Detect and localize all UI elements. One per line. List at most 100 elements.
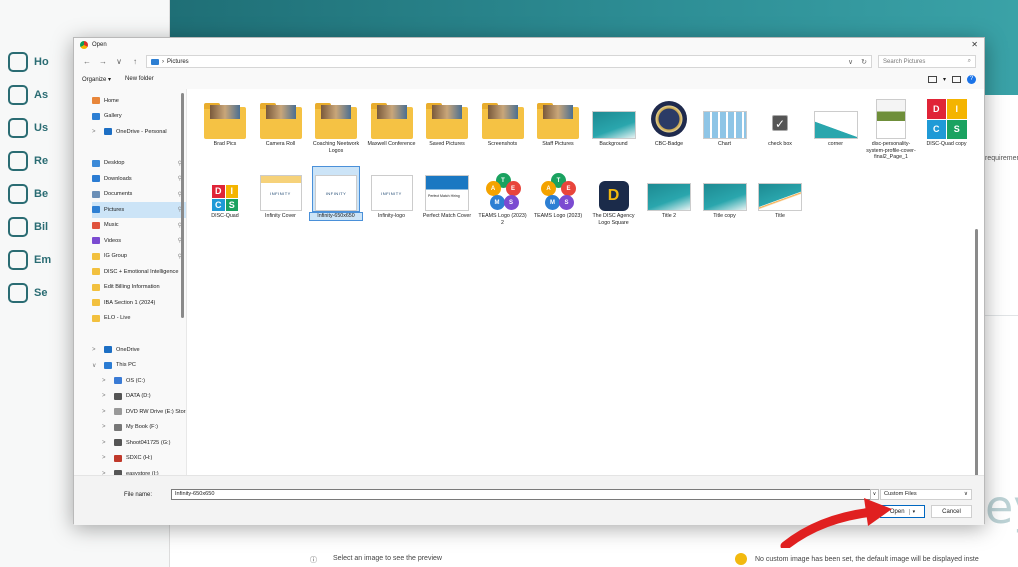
pc-icon [104,361,112,369]
address-dropdown-icon[interactable]: ∨ [848,58,853,66]
sidebar-item-dvd-rw-drive-e-storagelab[interactable]: > DVD RW Drive (E:) StorageLab [92,404,186,420]
sidebar-item-downloads[interactable]: Downloads ⚲ [92,171,186,187]
breadcrumb-pictures[interactable]: Pictures [167,59,189,65]
sidebar-item-documents[interactable]: Documents ⚲ [92,187,186,203]
app-nav-item[interactable]: Re [8,144,68,177]
folder-item[interactable]: Screenshots [477,95,529,167]
back-button[interactable]: ← [82,57,92,66]
expand-chevron-icon[interactable]: > [102,393,110,399]
file-item[interactable]: INFINITY Infinity Cover [255,167,307,239]
expand-chevron-icon[interactable]: > [92,129,100,135]
close-button[interactable]: ✕ [971,40,978,49]
file-item[interactable]: Chart [699,95,751,167]
file-item[interactable]: ✓ check box [754,95,806,167]
app-nav-item[interactable]: Be [8,177,68,210]
sidebar-item-sdxc-h[interactable]: > SDXC (H:) [92,451,186,467]
file-label: Title 2 [661,213,677,219]
expand-chevron-icon[interactable]: > [92,347,100,353]
help-icon[interactable]: ? [967,74,976,84]
sidebar-item-my-book-f[interactable]: > My Book (F:) [92,420,186,436]
up-button[interactable]: ↑ [130,57,140,66]
file-item[interactable]: Title [754,167,806,239]
app-nav-item[interactable]: Se [8,276,68,309]
file-item[interactable]: INFINITY Infinity-logo [366,167,418,239]
file-item[interactable]: Title 2 [643,167,695,239]
sidebar-item-pictures[interactable]: Pictures ⚲ [92,202,186,218]
thumbnail [702,167,748,211]
app-nav-item[interactable]: Ho [8,45,68,78]
file-item[interactable]: D I C S DISC-Quad [199,167,251,239]
sidebar-item-home[interactable]: Home [92,93,186,109]
cancel-button[interactable]: Cancel [931,505,972,518]
file-item[interactable]: corner [810,95,862,167]
folder-item[interactable]: Brad Pics [199,95,251,167]
app-nav-item[interactable]: Us [8,111,68,144]
sidebar-item-this-pc[interactable]: ∨ This PC [92,358,186,374]
thumbnail-image [426,103,468,139]
sidebar-item-os-c[interactable]: > OS (C:) [92,373,186,389]
sidebar-item-desktop[interactable]: Desktop ⚲ [92,156,186,172]
new-folder-button[interactable]: New folder [125,76,154,82]
file-item[interactable]: INFINITY Infinity-650x650 [309,166,363,239]
chevron-down-icon: ∨ [963,491,968,497]
file-item[interactable]: disc-personality-system-profile-cover-fi… [865,95,917,167]
file-item[interactable]: Background [588,95,640,167]
organize-button[interactable]: Organize ▾ [82,76,111,83]
file-item[interactable]: Perfect Match Hiring Perfect Match Cover [421,167,473,239]
folder-item[interactable]: Maxwell Conference [366,95,418,167]
thumbnail-image: TEAMS [485,173,521,211]
refresh-icon[interactable]: ↻ [861,58,867,66]
file-item[interactable]: CBC-Badge [643,95,695,167]
sidebar-item-shoot041725-g[interactable]: > Shoot041725 (G:) [92,435,186,451]
book-icon [114,423,122,431]
file-item[interactable]: Title copy [699,167,751,239]
sidebar-item-edit-billing-information[interactable]: Edit Billing Information [92,280,186,296]
file-item[interactable]: T E A M S TEAMS Logo (2023) 2 [477,167,529,239]
app-nav-item[interactable]: Bil [8,210,68,243]
expand-chevron-icon[interactable]: > [102,409,110,415]
file-item[interactable]: T E A M S TEAMS Logo (2023) [532,167,584,239]
sidebar-item-iba-section-1-2024[interactable]: IBA Section 1 (2024) [92,295,186,311]
sidebar-item-gallery[interactable]: Gallery [92,109,186,125]
navigation-scrollbar[interactable] [181,93,184,318]
sidebar-item-onedrive-personal[interactable]: > OneDrive - Personal [92,124,186,140]
sidebar-item-ig-group[interactable]: IG Group ⚲ [92,249,186,265]
app-nav-item[interactable]: Em [8,243,68,276]
file-view-scrollbar[interactable] [975,229,978,514]
expand-chevron-icon[interactable]: ∨ [92,362,100,369]
recent-locations-button[interactable]: ∨ [114,57,124,66]
app-nav-item[interactable]: As [8,78,68,111]
thumbnail-image: INFINITY [259,175,302,211]
breadcrumb-separator: › [162,58,164,65]
sidebar-item-data-d[interactable]: > DATA (D:) [92,389,186,405]
expand-chevron-icon[interactable]: > [102,378,110,384]
sidebar-item-music[interactable]: Music ⚲ [92,218,186,234]
file-item[interactable]: D I C S DISC-Quad copy [921,95,973,167]
forward-button[interactable]: → [98,57,108,66]
view-options-caret[interactable]: ▾ [943,76,946,83]
thumbnail-image [876,99,906,139]
expand-chevron-icon[interactable]: > [102,455,110,461]
file-label: TEAMS Logo (2023) [533,213,583,219]
folder-item[interactable]: Camera Roll [255,95,307,167]
file-label: DISC-Quad copy [926,141,967,147]
file-name-input[interactable]: Infinity-650x650 [171,489,874,500]
open-split-caret[interactable]: ▾ [908,508,915,515]
folder-item[interactable]: Coaching Neetwork Logos [310,95,362,167]
sidebar-item-disc-emotional-intelligence[interactable]: DISC + Emotional Intelligence [92,264,186,280]
change-view-icon[interactable] [927,75,937,83]
preview-pane-icon[interactable] [952,75,961,83]
address-bar[interactable]: › Pictures ∨ ↻ [146,55,872,68]
sidebar-item-onedrive[interactable]: > OneDrive [92,342,186,358]
search-input[interactable]: Search Pictures ⌕ [878,55,976,68]
expand-chevron-icon[interactable]: > [102,440,110,446]
file-item[interactable]: D The DISC Agency Logo Square [588,167,640,239]
expand-chevron-icon[interactable]: > [102,424,110,430]
folder-item[interactable]: Saved Pictures [421,95,473,167]
sidebar-item-elo-live[interactable]: ELO - Live [92,311,186,327]
folder-item[interactable]: Staff Pictures [532,95,584,167]
sidebar-item-easystore-i[interactable]: > easystore (I:) [92,466,186,475]
command-bar: Organize ▾ New folder ▾ ? [74,72,984,86]
sidebar-item-videos[interactable]: Videos ⚲ [92,233,186,249]
